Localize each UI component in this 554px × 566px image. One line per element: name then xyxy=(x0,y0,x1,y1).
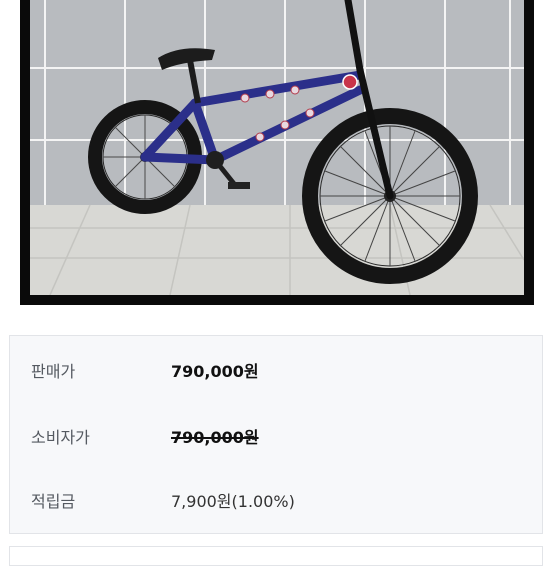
retail-price-label: 소비자가 xyxy=(31,428,90,447)
reward-points-label: 적립금 xyxy=(31,492,76,511)
retail-price-value: 790,000원 xyxy=(171,428,259,447)
reward-points-row: 적립금 7,900원(1.00%) xyxy=(10,467,542,533)
retail-price-row: 소비자가 790,000원 xyxy=(10,403,542,469)
bmx-bicycle-illustration xyxy=(30,0,524,295)
sale-price-row: 판매가 790,000원 xyxy=(10,337,542,403)
sale-price-value: 790,000원 xyxy=(171,362,259,381)
next-section-box xyxy=(9,546,543,566)
price-info-table: 판매가 790,000원 소비자가 790,000원 적립금 7,900원(1.… xyxy=(9,335,543,534)
product-image-frame xyxy=(20,0,534,305)
sale-price-label: 판매가 xyxy=(31,362,76,381)
reward-points-value: 7,900원(1.00%) xyxy=(171,492,295,511)
product-image[interactable] xyxy=(30,0,524,295)
